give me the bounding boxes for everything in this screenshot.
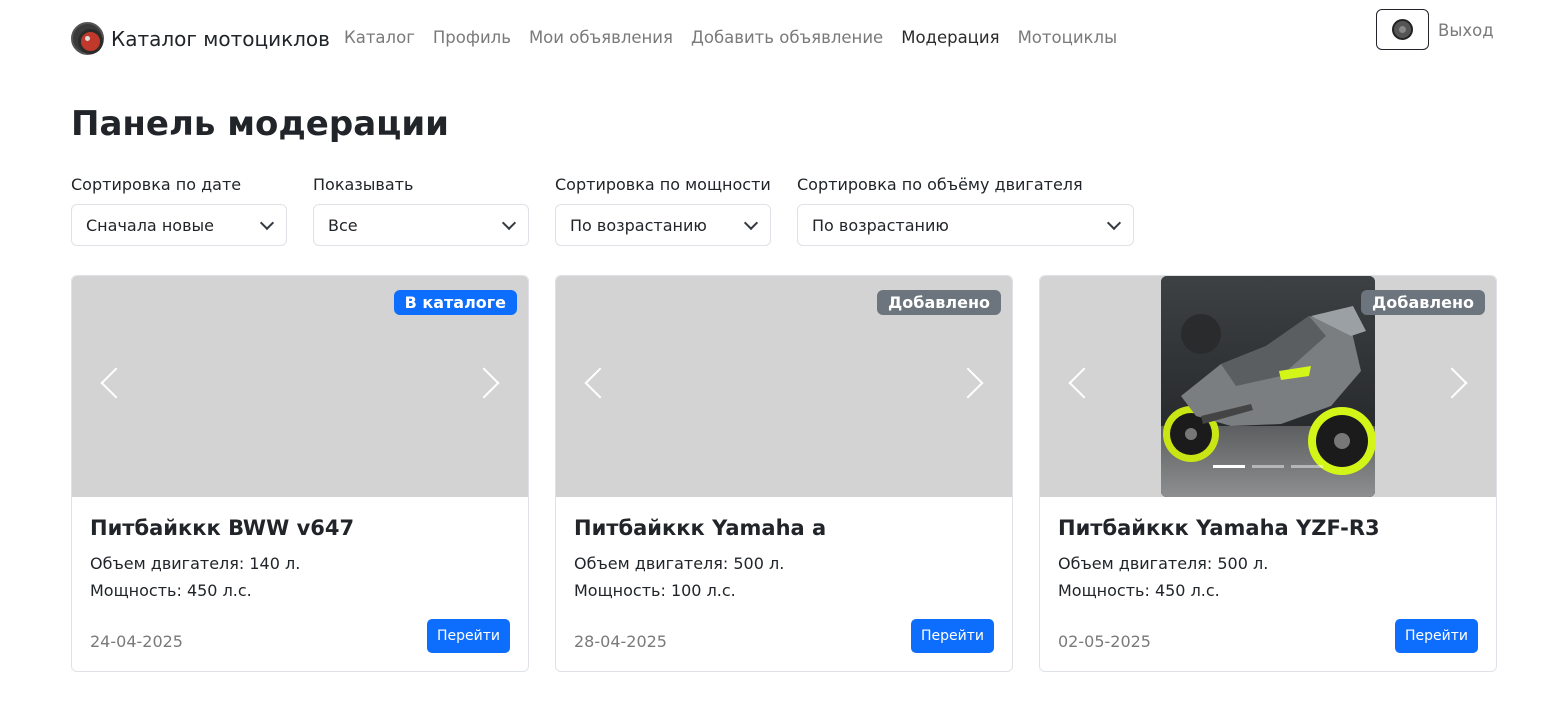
- nav-catalog[interactable]: Каталог: [335, 28, 424, 47]
- card-body: Питбайккк Yamaha a Объем двигателя: 500 …: [574, 516, 826, 600]
- filter-show-label: Показывать: [313, 175, 414, 194]
- filter-sort-engine: Сортировка по объёму двигателя По возрас…: [797, 175, 1134, 246]
- show-select[interactable]: Все: [313, 204, 529, 246]
- status-badge: Добавлено: [877, 290, 1001, 315]
- card-date: 24-04-2025: [90, 632, 183, 651]
- brand-title: Каталог мотоциклов: [111, 26, 330, 51]
- status-badge: Добавлено: [1361, 290, 1485, 315]
- chevron-down-icon: [1106, 215, 1122, 230]
- chevron-down-icon: [743, 215, 759, 230]
- filter-sort-engine-label: Сортировка по объёму двигателя: [797, 175, 1083, 194]
- carousel-next-icon[interactable]: [1436, 367, 1468, 399]
- page-title: Панель модерации: [71, 104, 449, 144]
- filter-sort-date: Сортировка по дате Сначала новые: [71, 175, 287, 246]
- motorcycle-photo: [1161, 276, 1375, 497]
- listing-card: Добавлено Питбайккк Yamaha YZF-R3 Объем …: [1039, 275, 1497, 672]
- nav-add-listing[interactable]: Добавить объявление: [682, 28, 892, 47]
- image-carousel: Добавлено: [1040, 276, 1496, 497]
- filter-show: Показывать Все: [313, 175, 529, 246]
- nav-motorcycles[interactable]: Мотоциклы: [1009, 28, 1127, 47]
- nav-profile[interactable]: Профиль: [424, 28, 520, 47]
- chevron-down-icon: [501, 215, 517, 230]
- user-avatar-icon: [1392, 19, 1413, 40]
- image-carousel: В каталоге: [72, 276, 528, 497]
- motorcycle-image: [1161, 276, 1375, 497]
- card-title: Питбайккк Yamaha YZF-R3: [1058, 516, 1380, 540]
- carousel-indicators: [1213, 465, 1330, 468]
- sort-power-value: По возрастанию: [570, 215, 707, 235]
- sort-engine-select[interactable]: По возрастанию: [797, 204, 1134, 246]
- sort-date-select[interactable]: Сначала новые: [71, 204, 287, 246]
- engine-volume: Объем двигателя: 140 л.: [90, 554, 301, 573]
- brand-link[interactable]: Каталог мотоциклов: [71, 22, 330, 55]
- carousel-prev-icon[interactable]: [100, 367, 132, 399]
- nav-moderation[interactable]: Модерация: [892, 28, 1008, 47]
- sort-date-value: Сначала новые: [86, 215, 214, 235]
- filter-sort-power: Сортировка по мощности По возрастанию: [555, 175, 771, 246]
- navbar: Каталог мотоциклов Каталог Профиль Мои о…: [0, 0, 1546, 80]
- engine-volume: Объем двигателя: 500 л.: [574, 554, 785, 573]
- go-button[interactable]: Перейти: [911, 619, 994, 653]
- carousel-prev-icon[interactable]: [1068, 367, 1100, 399]
- carousel-prev-icon[interactable]: [584, 367, 616, 399]
- sort-engine-value: По возрастанию: [812, 215, 949, 235]
- card-body: Питбайккк BWW v647 Объем двигателя: 140 …: [90, 516, 354, 600]
- card-date: 28-04-2025: [574, 632, 667, 651]
- chevron-down-icon: [259, 215, 275, 230]
- filter-sort-power-label: Сортировка по мощности: [555, 175, 771, 194]
- engine-volume: Объем двигателя: 500 л.: [1058, 554, 1269, 573]
- power: Мощность: 450 л.с.: [1058, 581, 1220, 600]
- user-avatar-button[interactable]: [1376, 9, 1429, 50]
- power: Мощность: 450 л.с.: [90, 581, 252, 600]
- go-button[interactable]: Перейти: [1395, 619, 1478, 653]
- card-title: Питбайккк BWW v647: [90, 516, 355, 540]
- sort-power-select[interactable]: По возрастанию: [555, 204, 771, 246]
- go-button[interactable]: Перейти: [427, 619, 510, 653]
- carousel-indicator[interactable]: [1291, 465, 1323, 468]
- carousel-next-icon[interactable]: [468, 367, 500, 399]
- nav-my-listings[interactable]: Мои объявления: [520, 28, 682, 47]
- image-carousel: Добавлено: [556, 276, 1012, 497]
- wheel-logo-icon: [71, 22, 104, 55]
- listing-card: Добавлено Питбайккк Yamaha a Объем двига…: [555, 275, 1013, 672]
- power: Мощность: 100 л.с.: [574, 581, 736, 600]
- carousel-indicator[interactable]: [1252, 465, 1284, 468]
- logout-link[interactable]: Выход: [1438, 21, 1494, 40]
- carousel-next-icon[interactable]: [952, 367, 984, 399]
- status-badge: В каталоге: [393, 290, 517, 315]
- listing-card: В каталоге Питбайккк BWW v647 Объем двиг…: [71, 275, 529, 672]
- show-value: Все: [328, 215, 358, 235]
- card-date: 02-05-2025: [1058, 632, 1151, 651]
- card-title: Питбайккк Yamaha a: [574, 516, 827, 540]
- main-nav: Каталог Профиль Мои объявления Добавить …: [335, 28, 1126, 47]
- filter-sort-date-label: Сортировка по дате: [71, 175, 242, 194]
- card-body: Питбайккк Yamaha YZF-R3 Объем двигателя:…: [1058, 516, 1380, 600]
- carousel-indicator[interactable]: [1213, 465, 1245, 468]
